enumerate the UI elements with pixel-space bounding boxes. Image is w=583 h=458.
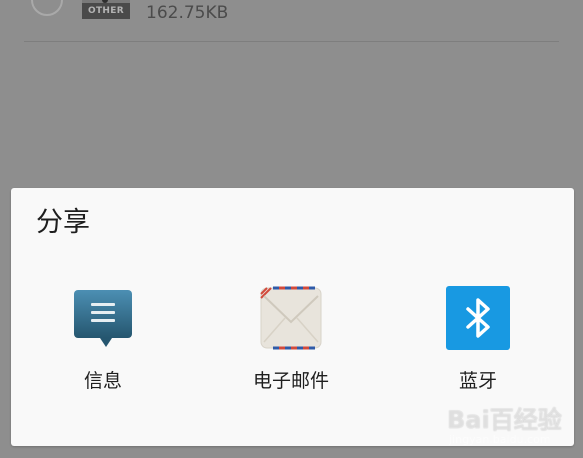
- row-divider: [24, 41, 559, 42]
- file-type-label: OTHER: [82, 3, 130, 19]
- select-radio: [31, 0, 63, 16]
- file-size: 162.75KB: [146, 3, 229, 23]
- share-option-message[interactable]: 信息: [33, 286, 173, 406]
- share-option-message-label: 信息: [83, 370, 122, 392]
- bluetooth-icon: [446, 286, 510, 350]
- share-option-email[interactable]: 电子邮件: [221, 286, 361, 406]
- file-type-icon: OTHER: [82, 0, 130, 25]
- share-dialog: 分享 信息 电子邮件 蓝牙: [11, 188, 574, 446]
- share-dialog-title: 分享: [36, 207, 90, 238]
- share-option-bluetooth-label: 蓝牙: [458, 370, 497, 392]
- file-row: OTHER 162.75KB: [0, 0, 583, 42]
- share-option-bluetooth[interactable]: 蓝牙: [408, 286, 548, 406]
- share-option-email-label: 电子邮件: [252, 370, 329, 392]
- email-envelope-icon: [259, 286, 323, 350]
- message-icon: [71, 286, 135, 350]
